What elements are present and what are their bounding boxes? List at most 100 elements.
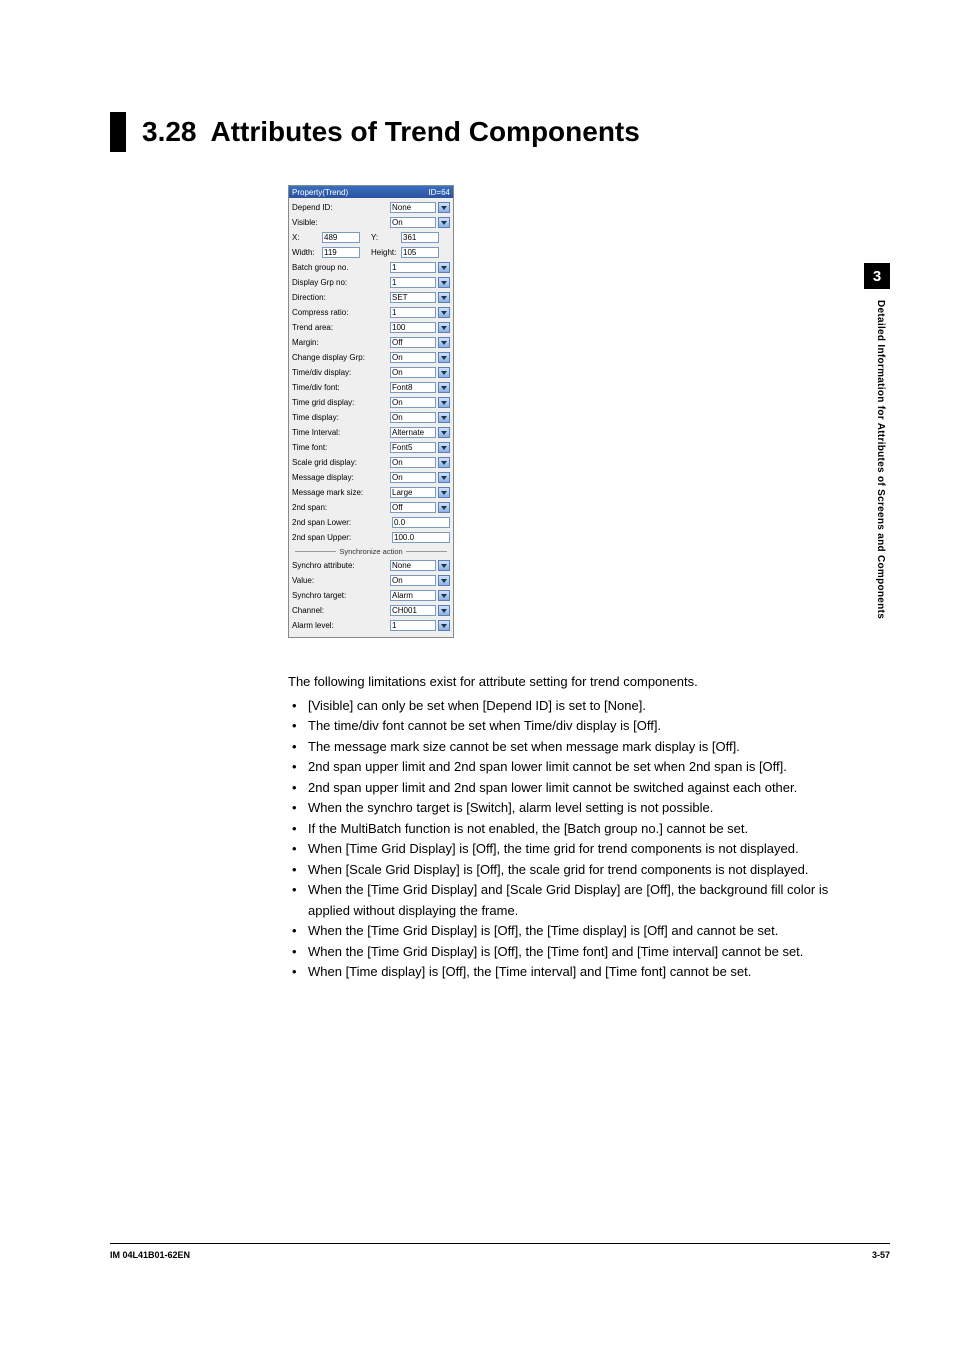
label-sync-target: Synchro target: bbox=[292, 591, 388, 600]
input-x[interactable] bbox=[322, 232, 360, 243]
dropdown-icon[interactable] bbox=[438, 427, 450, 438]
dropdown-icon[interactable] bbox=[438, 307, 450, 318]
row-sync-attr: Synchro attribute: None bbox=[292, 558, 450, 573]
value-direction[interactable]: SET bbox=[390, 292, 436, 303]
list-item: When the [Time Grid Display] is [Off], t… bbox=[288, 942, 850, 963]
list-item: When [Time Grid Display] is [Off], the t… bbox=[288, 839, 850, 860]
input-height[interactable] bbox=[401, 247, 439, 258]
dropdown-icon[interactable] bbox=[438, 590, 450, 601]
row-2nd-span-upper: 2nd span Upper: bbox=[292, 530, 450, 545]
value-sync-attr[interactable]: None bbox=[390, 560, 436, 571]
label-time-disp: Time display: bbox=[292, 413, 388, 422]
dropdown-icon[interactable] bbox=[438, 472, 450, 483]
dropdown-icon[interactable] bbox=[438, 277, 450, 288]
dropdown-icon[interactable] bbox=[438, 412, 450, 423]
label-timegrid-disp: Time grid display: bbox=[292, 398, 388, 407]
dropdown-icon[interactable] bbox=[438, 292, 450, 303]
row-sync-target: Synchro target: Alarm bbox=[292, 588, 450, 603]
list-item: [Visible] can only be set when [Depend I… bbox=[288, 696, 850, 717]
value-sync-target[interactable]: Alarm bbox=[390, 590, 436, 601]
dropdown-icon[interactable] bbox=[438, 442, 450, 453]
dropdown-icon[interactable] bbox=[438, 457, 450, 468]
label-scalegrid-disp: Scale grid display: bbox=[292, 458, 388, 467]
dropdown-icon[interactable] bbox=[438, 202, 450, 213]
panel-header: Property(Trend) ID=64 bbox=[289, 186, 453, 198]
row-time-disp: Time display: On bbox=[292, 410, 450, 425]
sync-section-label: Synchronize action bbox=[292, 547, 450, 556]
value-time-font[interactable]: Font5 bbox=[390, 442, 436, 453]
value-compress[interactable]: 1 bbox=[390, 307, 436, 318]
intro-text: The following limitations exist for attr… bbox=[288, 672, 850, 693]
value-change-disp[interactable]: On bbox=[390, 352, 436, 363]
value-depend-id[interactable]: None bbox=[390, 202, 436, 213]
row-scalegrid-disp: Scale grid display: On bbox=[292, 455, 450, 470]
input-2nd-span-lower[interactable] bbox=[392, 517, 450, 528]
value-msg-mark-size[interactable]: Large bbox=[390, 487, 436, 498]
value-display-grp[interactable]: 1 bbox=[390, 277, 436, 288]
row-xy: X: Y: bbox=[292, 230, 450, 245]
input-width[interactable] bbox=[322, 247, 360, 258]
dropdown-icon[interactable] bbox=[438, 367, 450, 378]
page-footer: IM 04L41B01-62EN 3-57 bbox=[110, 1243, 890, 1260]
row-msg-mark-size: Message mark size: Large bbox=[292, 485, 450, 500]
dropdown-icon[interactable] bbox=[438, 217, 450, 228]
dropdown-icon[interactable] bbox=[438, 502, 450, 513]
value-timediv-font[interactable]: Font8 bbox=[390, 382, 436, 393]
value-2nd-span[interactable]: Off bbox=[390, 502, 436, 513]
label-x: X: bbox=[292, 233, 322, 242]
row-value: Value: On bbox=[292, 573, 450, 588]
value-time-disp[interactable]: On bbox=[390, 412, 436, 423]
label-width: Width: bbox=[292, 248, 322, 257]
label-visible: Visible: bbox=[292, 218, 388, 227]
row-visible: Visible: On bbox=[292, 215, 450, 230]
dropdown-icon[interactable] bbox=[438, 397, 450, 408]
value-timediv-disp[interactable]: On bbox=[390, 367, 436, 378]
row-depend-id: Depend ID: None bbox=[292, 200, 450, 215]
value-alarm-level[interactable]: 1 bbox=[390, 620, 436, 631]
row-timediv-disp: Time/div display: On bbox=[292, 365, 450, 380]
row-margin: Margin: Off bbox=[292, 335, 450, 350]
value-trend-area[interactable]: 100 bbox=[390, 322, 436, 333]
label-2nd-span: 2nd span: bbox=[292, 503, 388, 512]
input-2nd-span-upper[interactable] bbox=[392, 532, 450, 543]
dropdown-icon[interactable] bbox=[438, 337, 450, 348]
label-timediv-disp: Time/div display: bbox=[292, 368, 388, 377]
dropdown-icon[interactable] bbox=[438, 322, 450, 333]
row-time-font: Time font: Font5 bbox=[292, 440, 450, 455]
dropdown-icon[interactable] bbox=[438, 575, 450, 586]
label-compress: Compress ratio: bbox=[292, 308, 388, 317]
dropdown-icon[interactable] bbox=[438, 605, 450, 616]
value-batch-group[interactable]: 1 bbox=[390, 262, 436, 273]
dropdown-icon[interactable] bbox=[438, 382, 450, 393]
value-channel[interactable]: CH001 bbox=[390, 605, 436, 616]
row-timediv-font: Time/div font: Font8 bbox=[292, 380, 450, 395]
label-value: Value: bbox=[292, 576, 388, 585]
input-y[interactable] bbox=[401, 232, 439, 243]
list-item: The message mark size cannot be set when… bbox=[288, 737, 850, 758]
dropdown-icon[interactable] bbox=[438, 560, 450, 571]
list-item: When the [Time Grid Display] and [Scale … bbox=[288, 880, 850, 921]
section-heading: 3.28 Attributes of Trend Components bbox=[110, 112, 874, 152]
value-timegrid-disp[interactable]: On bbox=[390, 397, 436, 408]
value-scalegrid-disp[interactable]: On bbox=[390, 457, 436, 468]
label-y: Y: bbox=[371, 233, 401, 242]
value-time-interval[interactable]: Alternate bbox=[390, 427, 436, 438]
panel-body: Depend ID: None Visible: On X: Y: Width: bbox=[289, 198, 453, 637]
value-visible[interactable]: On bbox=[390, 217, 436, 228]
row-batch-group: Batch group no. 1 bbox=[292, 260, 450, 275]
heading-number: 3.28 bbox=[142, 116, 197, 148]
label-msg-disp: Message display: bbox=[292, 473, 388, 482]
dropdown-icon[interactable] bbox=[438, 487, 450, 498]
list-item: When the [Time Grid Display] is [Off], t… bbox=[288, 921, 850, 942]
row-timegrid-disp: Time grid display: On bbox=[292, 395, 450, 410]
dropdown-icon[interactable] bbox=[438, 352, 450, 363]
value-msg-disp[interactable]: On bbox=[390, 472, 436, 483]
dropdown-icon[interactable] bbox=[438, 262, 450, 273]
value-value[interactable]: On bbox=[390, 575, 436, 586]
chapter-tab: 3 bbox=[864, 263, 890, 289]
value-margin[interactable]: Off bbox=[390, 337, 436, 348]
row-compress: Compress ratio: 1 bbox=[292, 305, 450, 320]
row-change-disp: Change display Grp: On bbox=[292, 350, 450, 365]
dropdown-icon[interactable] bbox=[438, 620, 450, 631]
label-time-interval: Time Interval: bbox=[292, 428, 388, 437]
